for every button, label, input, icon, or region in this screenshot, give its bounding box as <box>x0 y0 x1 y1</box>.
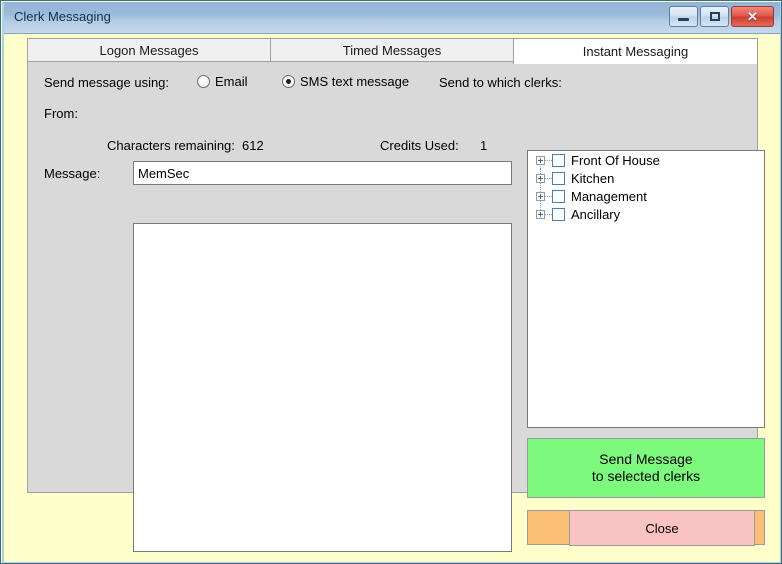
send-to-clerks-label: Send to which clerks: <box>439 75 562 90</box>
title-bar: Clerk Messaging ✕ <box>2 2 781 34</box>
tree-item-label: Management <box>571 188 647 204</box>
tree-item-label: Front Of House <box>571 152 660 168</box>
tab-content-panel: Send message using: Email SMS text messa… <box>27 61 765 552</box>
expand-plus-icon[interactable] <box>536 191 545 201</box>
tree-item-label: Kitchen <box>571 170 615 186</box>
from-input[interactable] <box>133 161 512 185</box>
send-button-line-1: Send Message <box>599 450 693 467</box>
checkbox-front-of-house[interactable] <box>552 153 565 167</box>
close-window-button[interactable]: ✕ <box>731 6 774 27</box>
radio-email-label: Email <box>215 74 248 89</box>
radio-email-dot <box>197 75 210 88</box>
close-icon: ✕ <box>747 9 758 24</box>
message-input[interactable] <box>133 223 512 552</box>
tree-connector-line <box>545 159 552 161</box>
clerk-messaging-window: Clerk Messaging ✕ Logon Messages Timed M… <box>0 0 782 564</box>
radio-sms[interactable]: SMS text message <box>282 74 409 89</box>
checkbox-management[interactable] <box>552 189 565 203</box>
tab-logon-messages[interactable]: Logon Messages <box>27 38 271 62</box>
radio-sms-dot <box>282 75 295 88</box>
minimize-button[interactable] <box>669 6 698 27</box>
credits-used-label: Credits Used: <box>380 138 459 153</box>
radio-email[interactable]: Email <box>197 74 248 89</box>
credits-used-value: 1 <box>480 138 488 153</box>
characters-remaining-label: Characters remaining: <box>107 138 235 153</box>
from-label: From: <box>44 106 78 121</box>
tree-connector-line <box>545 177 552 179</box>
tree-connector-line <box>545 195 552 197</box>
send-message-using-label: Send message using: <box>44 75 170 90</box>
tree-item-front-of-house[interactable]: Front Of House <box>528 151 764 169</box>
message-label: Message: <box>44 166 101 181</box>
tab-strip: Logon Messages Timed Messages Instant Me… <box>27 38 758 64</box>
tree-item-ancillary[interactable]: Ancillary <box>528 205 764 223</box>
expand-plus-icon[interactable] <box>536 155 545 165</box>
radio-sms-label: SMS text message <box>300 74 410 89</box>
tree-connector-line <box>545 213 552 215</box>
tab-timed-messages[interactable]: Timed Messages <box>270 38 514 62</box>
tree-item-management[interactable]: Management <box>528 187 764 205</box>
maximize-icon <box>701 7 728 26</box>
minimize-icon <box>670 7 697 26</box>
maximize-button[interactable] <box>700 6 729 27</box>
tree-item-kitchen[interactable]: Kitchen <box>528 169 764 187</box>
window-title: Clerk Messaging <box>14 9 111 24</box>
expand-plus-icon[interactable] <box>536 173 545 183</box>
tab-instant-messaging[interactable]: Instant Messaging <box>513 38 758 64</box>
checkbox-kitchen[interactable] <box>552 171 565 185</box>
send-button-line-2: to selected clerks <box>591 468 701 484</box>
send-message-button[interactable]: Send Message to selected clerks <box>527 438 765 498</box>
tree-item-label: Ancillary <box>571 206 621 222</box>
expand-plus-icon[interactable] <box>536 209 545 219</box>
close-dialog-button[interactable]: Close <box>569 510 755 546</box>
characters-remaining-value: 612 <box>242 138 264 153</box>
checkbox-ancillary[interactable] <box>552 207 565 221</box>
clerks-tree-view[interactable]: Front Of House Kitchen Management Ancill… <box>527 150 765 428</box>
